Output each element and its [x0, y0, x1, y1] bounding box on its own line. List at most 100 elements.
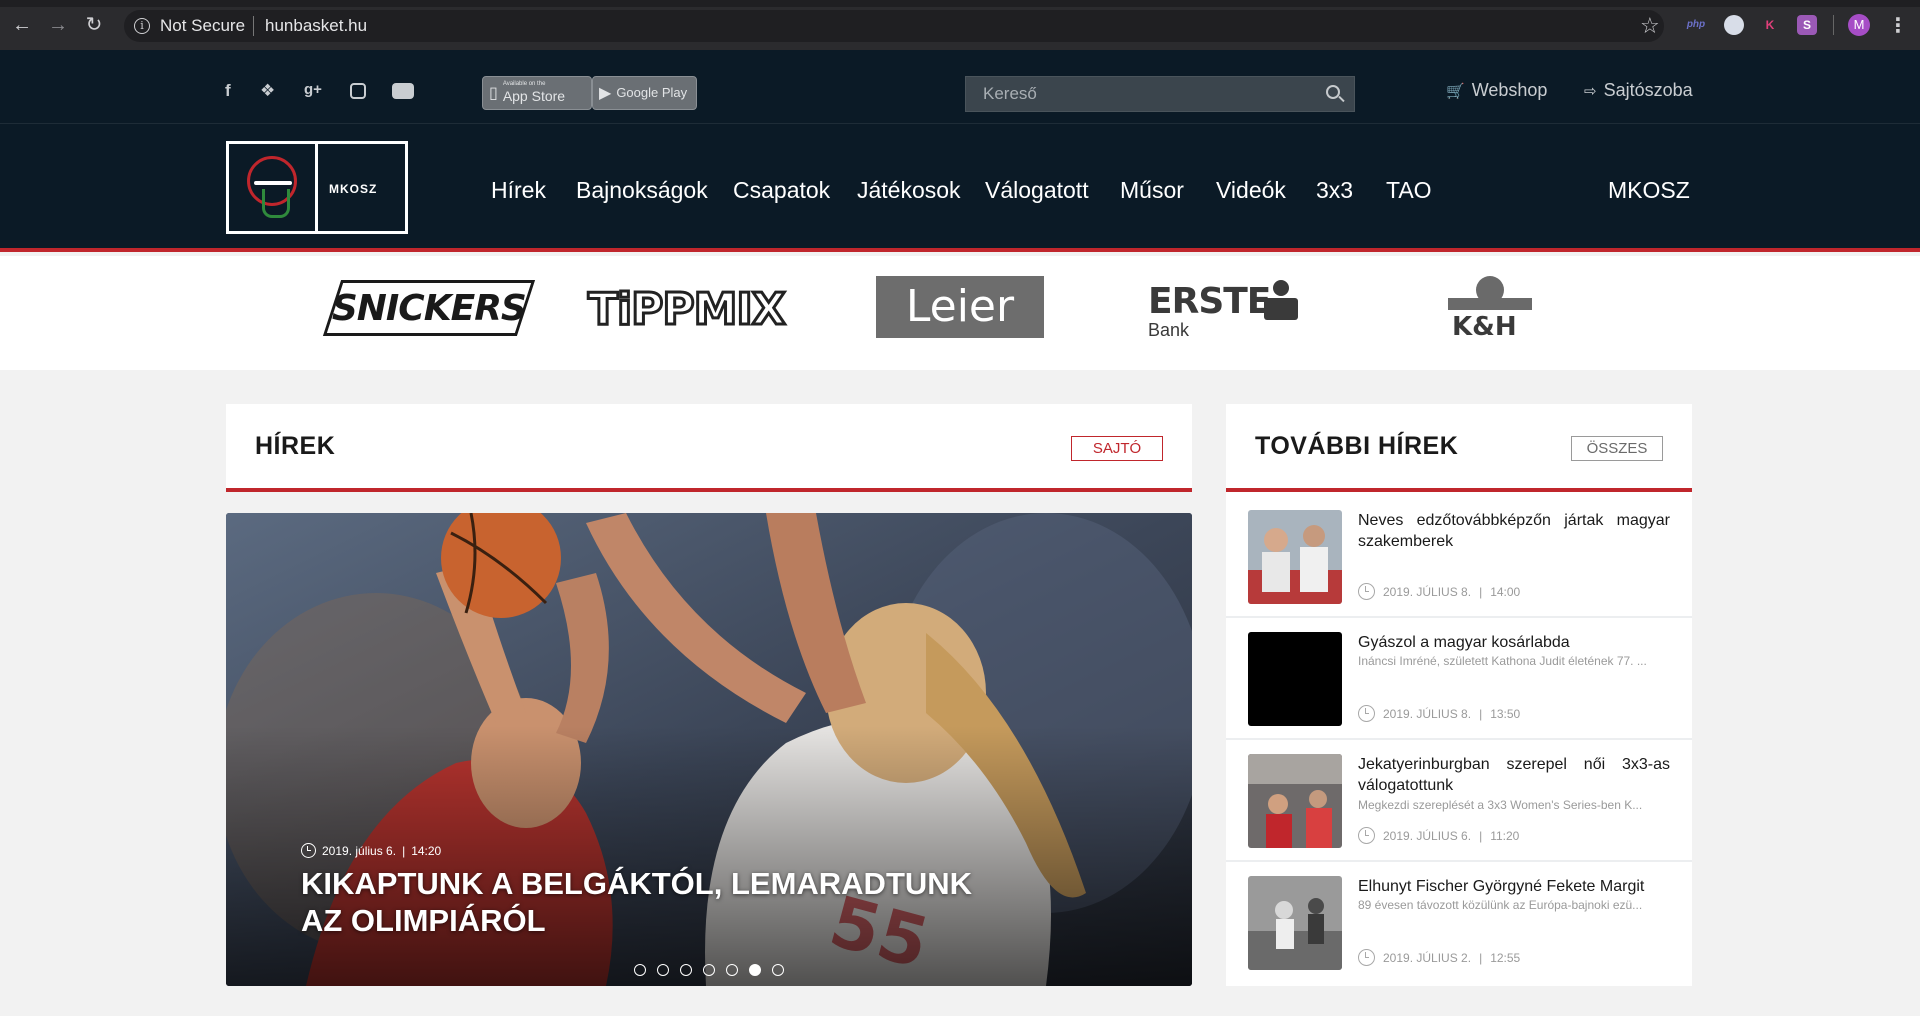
- news-title[interactable]: Neves edzőtovábbképzőn jártak magyar sza…: [1358, 510, 1670, 552]
- reload-icon[interactable]: ↻: [82, 13, 106, 37]
- google-play-badge[interactable]: ▶ Google Play: [592, 76, 697, 110]
- press-button[interactable]: SAJTÓ: [1071, 436, 1163, 461]
- news-date-text: 2019. JÚLIUS 8.: [1383, 706, 1472, 721]
- mkosz-logo[interactable]: MKOSZ: [226, 141, 408, 234]
- news-title[interactable]: Elhunyt Fischer Györgyné Fekete Margit: [1358, 876, 1670, 897]
- news-title[interactable]: Jekatyerinburgban szerepel női 3x3-as vá…: [1358, 754, 1670, 796]
- google-plus-icon[interactable]: g+: [304, 81, 322, 98]
- logo-divider: [315, 144, 318, 231]
- search-icon[interactable]: [1326, 85, 1340, 99]
- more-news-section: TOVÁBBI HÍREK ÖSSZES Neves edzőtovábbkép…: [1226, 404, 1692, 986]
- leier-logo[interactable]: Leier: [876, 276, 1044, 338]
- clock-icon: [1358, 583, 1375, 600]
- url-text[interactable]: hunbasket.hu: [265, 16, 367, 36]
- browser-toolbar: ← → ↻ i Not Secure hunbasket.hu ☆ php K …: [0, 0, 1920, 50]
- security-label: Not Secure: [160, 16, 246, 35]
- erste-mark-icon: [1264, 280, 1298, 322]
- date-separator: |: [1479, 706, 1483, 721]
- hero-headline[interactable]: KIKAPTUNK A BELGÁKTÓL, LEMARADTUNK AZ OL…: [301, 865, 1001, 939]
- press-room-link[interactable]: ⇨ Sajtószoba: [1584, 80, 1693, 101]
- list-item[interactable]: Neves edzőtovábbképzőn jártak magyar sza…: [1226, 496, 1692, 618]
- app-store-badge[interactable]: ▯ Available on the App Store: [482, 76, 592, 110]
- nav-item-mkosz[interactable]: MKOSZ: [1608, 177, 1690, 204]
- clock-icon: [1358, 827, 1375, 844]
- nav-item-musor[interactable]: Műsor: [1120, 177, 1184, 204]
- back-arrow-icon[interactable]: ←: [10, 13, 34, 37]
- list-item[interactable]: Jekatyerinburgban szerepel női 3x3-as vá…: [1226, 740, 1692, 862]
- nav-item-tao[interactable]: TAO: [1386, 177, 1432, 204]
- nav-item-jatekosok[interactable]: Játékosok: [857, 177, 961, 204]
- news-thumbnail[interactable]: [1248, 510, 1342, 604]
- erste-logo[interactable]: ERSTE Bank: [1148, 280, 1298, 340]
- list-item[interactable]: Gyászol a magyar kosárlabda Ináncsi Imré…: [1226, 618, 1692, 740]
- news-title[interactable]: Gyászol a magyar kosárlabda: [1358, 632, 1670, 653]
- more-news-header: TOVÁBBI HÍREK ÖSSZES: [1226, 404, 1692, 492]
- news-date-text: 2019. JÚLIUS 6.: [1383, 828, 1472, 843]
- webshop-link[interactable]: 🛒 Webshop: [1446, 80, 1547, 101]
- facebook-icon[interactable]: f: [225, 81, 231, 101]
- slider-dot[interactable]: [703, 964, 715, 976]
- list-item[interactable]: Elhunyt Fischer Györgyné Fekete Margit 8…: [1226, 862, 1692, 984]
- bookmark-star-icon[interactable]: ☆: [1640, 13, 1660, 39]
- nav-item-3x3[interactable]: 3x3: [1316, 177, 1353, 204]
- nav-item-valogatott[interactable]: Válogatott: [985, 177, 1089, 204]
- nav-item-csapatok[interactable]: Csapatok: [733, 177, 830, 204]
- news-time-text: 14:00: [1490, 584, 1521, 599]
- snickers-logo[interactable]: SNICKERS: [322, 280, 536, 336]
- slider-dot[interactable]: [772, 964, 784, 976]
- k-extension-icon[interactable]: K: [1760, 15, 1780, 35]
- app-store-text: App Store: [502, 87, 566, 104]
- news-date: 2019. JÚLIUS 2. | 12:55: [1358, 949, 1520, 966]
- slider-dot[interactable]: [726, 964, 738, 976]
- hero-time: 14:20: [411, 843, 442, 858]
- tab-strip: [0, 0, 1920, 7]
- hero-slider[interactable]: 55 2019. július 6. | 14:20 KIKAPTUNK A B…: [226, 513, 1192, 986]
- instagram-icon[interactable]: [350, 83, 366, 99]
- hero-meta: 2019. július 6. | 14:20: [301, 843, 441, 858]
- profile-avatar[interactable]: M: [1848, 14, 1870, 36]
- forward-arrow-icon[interactable]: →: [46, 13, 70, 37]
- nav-item-hirek[interactable]: Hírek: [491, 177, 546, 204]
- php-extension-icon[interactable]: php: [1686, 15, 1706, 35]
- all-news-button[interactable]: ÖSSZES: [1571, 436, 1663, 461]
- slider-dot[interactable]: [657, 964, 669, 976]
- erste-text: ERSTE: [1148, 281, 1271, 322]
- s-extension-icon[interactable]: S: [1797, 15, 1817, 35]
- news-date-text: 2019. JÚLIUS 8.: [1383, 584, 1472, 599]
- basketball-logo-icon: [247, 156, 297, 218]
- news-date: 2019. JÚLIUS 6. | 11:20: [1358, 827, 1519, 844]
- news-thumbnail[interactable]: [1248, 876, 1342, 970]
- info-icon[interactable]: i: [134, 18, 150, 34]
- extension-circle-icon[interactable]: [1724, 15, 1744, 35]
- news-header: HÍREK SAJTÓ: [226, 404, 1192, 492]
- clock-icon: [1358, 705, 1375, 722]
- slider-dot[interactable]: [680, 964, 692, 976]
- date-separator: |: [1479, 950, 1483, 965]
- search-box: [965, 76, 1355, 112]
- twitter-icon[interactable]: ❖: [260, 81, 275, 101]
- search-input[interactable]: [966, 77, 1296, 111]
- slider-dots: [634, 964, 784, 976]
- app-store-small-text: Available on the: [502, 80, 546, 87]
- news-excerpt: 89 évesen távozott közülünk az Európa-ba…: [1358, 898, 1643, 912]
- tippmix-logo[interactable]: TiPPMIX: [587, 283, 788, 337]
- news-thumbnail[interactable]: [1248, 632, 1342, 726]
- nav-item-videok[interactable]: Videók: [1216, 177, 1286, 204]
- erste-sub-text: Bank: [1148, 320, 1190, 340]
- kh-text: K&H: [1452, 312, 1517, 342]
- date-separator: |: [1479, 584, 1483, 599]
- sponsor-strip: SNICKERS TiPPMIX Leier ERSTE Bank K&H: [0, 256, 1920, 370]
- news-date: 2019. JÚLIUS 8. | 14:00: [1358, 583, 1520, 600]
- nav-item-bajnoksagok[interactable]: Bajnokságok: [576, 177, 708, 204]
- news-thumbnail[interactable]: [1248, 754, 1342, 848]
- more-news-title: TOVÁBBI HÍREK: [1255, 432, 1459, 460]
- slider-dot[interactable]: [634, 964, 646, 976]
- slider-dot[interactable]: [749, 964, 761, 976]
- news-excerpt: Ináncsi Imréné, született Kathona Judit …: [1358, 654, 1647, 668]
- hero-date: 2019. július 6.: [322, 843, 397, 858]
- main-navigation: MKOSZ Hírek Bajnokságok Csapatok Játékos…: [0, 124, 1920, 252]
- news-section: HÍREK SAJTÓ 2019. július 6. | 14:20 KIKA…: [226, 404, 1192, 986]
- youtube-icon[interactable]: [392, 83, 414, 99]
- omnibox-divider: [253, 16, 254, 36]
- browser-menu-icon[interactable]: ⋮: [1888, 13, 1908, 38]
